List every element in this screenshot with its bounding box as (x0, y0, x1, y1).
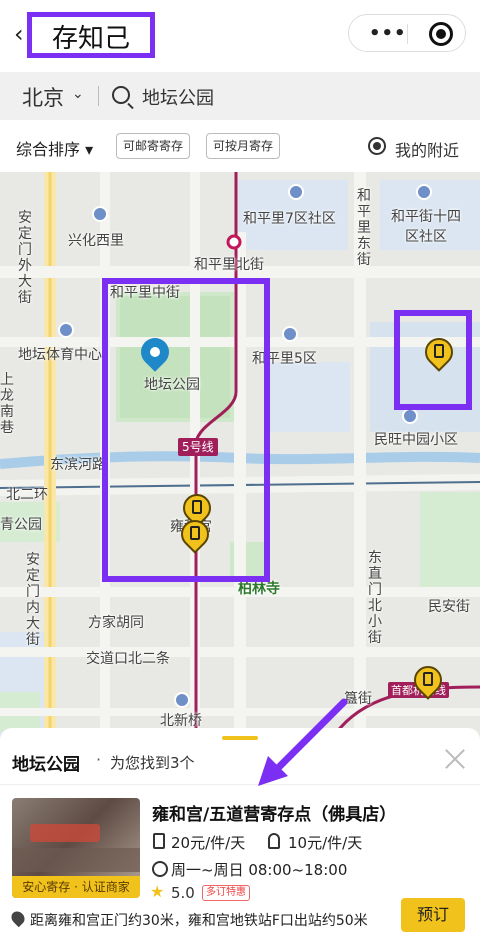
store-name[interactable]: 雍和宫/五道营寄存点（佛具店） (152, 800, 396, 825)
results-title: 地坛公园 (12, 755, 80, 775)
close-icon[interactable] (444, 748, 466, 770)
highlight-box (394, 310, 472, 410)
nearby-button[interactable]: 我的附近 (395, 137, 459, 161)
map-label: 民安街 (428, 599, 470, 615)
chevron-down-icon[interactable]: ⌄ (72, 86, 84, 102)
map-label: 簋街 (344, 691, 372, 707)
sort-dropdown[interactable]: 综合排序 ▾ (16, 136, 93, 160)
map-label: 青公园 (0, 517, 42, 533)
search-divider (98, 86, 99, 106)
map-label: 方家胡同 (88, 615, 144, 631)
map-label: 地坛体育中心 (18, 347, 102, 363)
star-icon: ★ (150, 882, 165, 901)
location-icon (8, 908, 28, 928)
search-bar: 北京 ⌄ 地坛公园 (0, 72, 480, 120)
map-label: 和平里7区社区 (243, 211, 336, 227)
filter-chip-monthly[interactable]: 可按月寄存 (206, 133, 281, 159)
highlight-box (102, 278, 270, 582)
map-label: 和平里北街 (194, 257, 264, 273)
filter-chip-mail[interactable]: 可邮寄寄存 (116, 133, 191, 159)
community-icon (282, 326, 298, 342)
more-icon[interactable]: ••• (369, 23, 407, 44)
title-dot: · (96, 750, 102, 769)
locate-icon[interactable] (368, 137, 386, 155)
top-bar: ‹ 存知己 ••• (0, 0, 480, 66)
stadium-icon (58, 322, 74, 338)
rating: 5.0 (171, 884, 195, 902)
map-label: 和平里东街 (357, 188, 371, 268)
chevron-left-icon[interactable]: ‹ (14, 20, 24, 48)
distance-info: 距离雍和宫正门约30米，雍和宫地铁站F口出站约50米 (30, 913, 368, 929)
drag-handle[interactable] (222, 736, 258, 740)
map-label: 交道口北二条 (86, 651, 170, 667)
search-input[interactable]: 地坛公园 (142, 84, 214, 110)
target-icon[interactable] (429, 22, 453, 46)
certified-badge: 安心寄存 · 认证商家 (12, 876, 140, 898)
opening-hours: 周一~周日 08:00~18:00 (171, 861, 348, 879)
map-label: 兴化西里 (68, 233, 124, 249)
map-label: 和平街十四区社区 (391, 209, 461, 245)
metro-station-icon (174, 692, 190, 708)
city-selector[interactable]: 北京 (22, 82, 64, 112)
map-label: 北二环 (6, 487, 48, 503)
price-small: 10元/件/天 (288, 834, 363, 852)
map-label: 安定门内大街 (26, 552, 40, 648)
luggage-locker-icon[interactable] (408, 660, 448, 702)
capsule-divider (407, 24, 408, 44)
search-icon (112, 86, 130, 104)
map-view[interactable]: 安定门外大街 兴化西里 和平里7区社区 和平里东街 和平街十四区社区 和平里北街… (0, 172, 480, 742)
map-label: 安定门外大街 (18, 210, 32, 306)
results-count: 为您找到3个 (110, 754, 195, 772)
community-icon (402, 408, 418, 424)
clock-icon (152, 861, 168, 877)
large-luggage-icon (153, 833, 165, 849)
community-icon (92, 206, 108, 222)
community-icon (416, 184, 432, 200)
map-label: 上龙南巷 (0, 372, 14, 436)
map-label: 东滨河路 (50, 457, 106, 473)
title-highlight-box (27, 12, 155, 58)
mini-program-capsule: ••• (348, 14, 466, 52)
divider (0, 784, 480, 785)
small-bag-icon (268, 833, 280, 849)
filter-bar: 综合排序 ▾ 可邮寄寄存 可按月寄存 我的附近 (0, 120, 480, 172)
book-button[interactable]: 预订 (401, 898, 465, 932)
map-label: 东直门北小街 (368, 550, 382, 646)
promo-tag: 多订特惠 (202, 885, 250, 901)
community-icon (288, 184, 304, 200)
map-label: 北新桥 (160, 713, 202, 729)
price-large: 20元/件/天 (171, 834, 246, 852)
results-sheet: 地坛公园 · 为您找到3个 安心寄存 · 认证商家 雍和宫/五道营寄存点（佛具店… (0, 728, 480, 950)
map-label: 民旺中园小区 (374, 432, 458, 448)
